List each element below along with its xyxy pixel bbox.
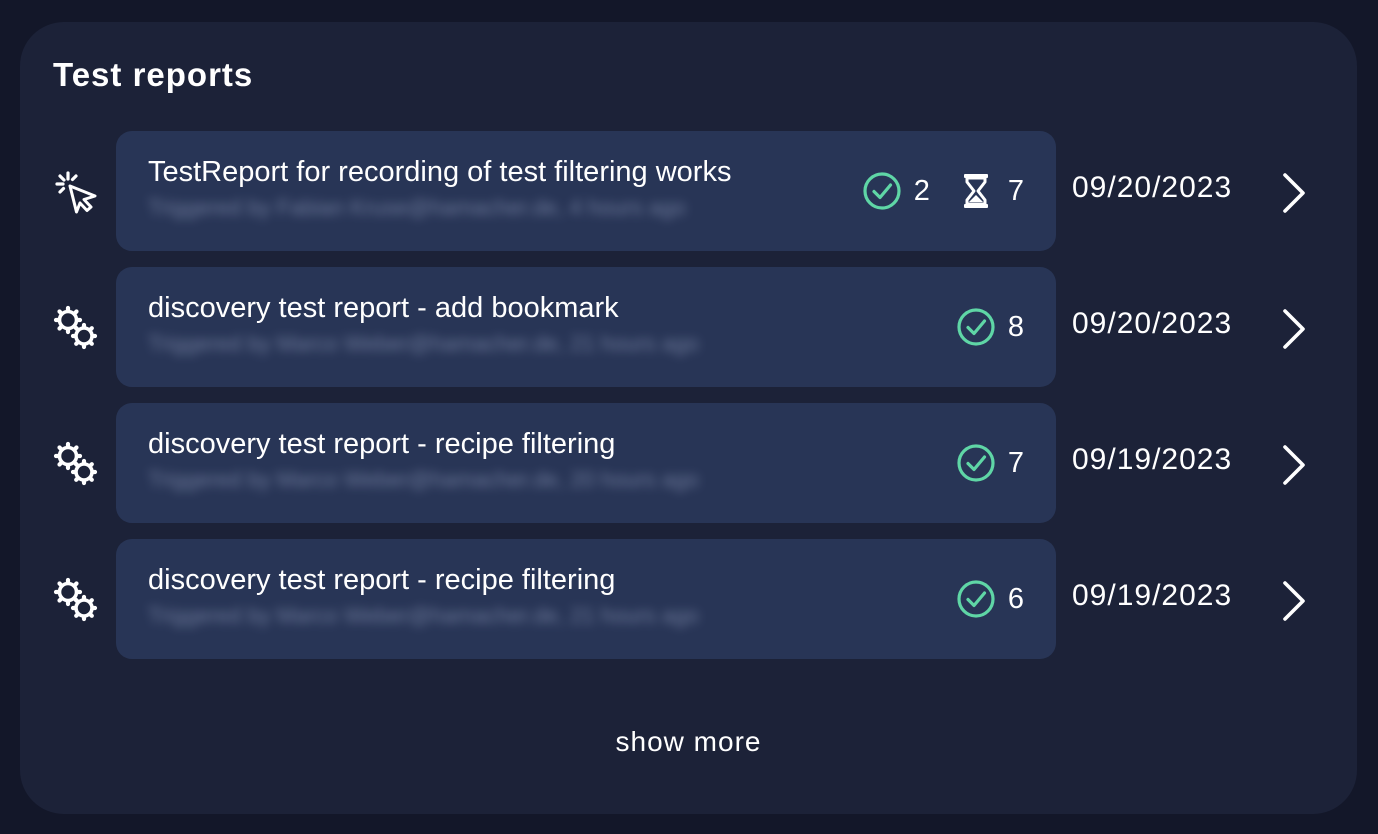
check-circle-icon (957, 444, 995, 482)
report-card[interactable]: discovery test report - recipe filtering… (116, 403, 1056, 523)
recording-cursor-icon (55, 171, 97, 214)
report-title: discovery test report - recipe filtering (148, 428, 616, 460)
panel-title: Test reports (53, 56, 254, 93)
check-circle-icon (957, 308, 995, 346)
show-more-button[interactable]: show more (616, 726, 762, 757)
chevron-right-icon[interactable] (1276, 579, 1312, 623)
report-row: discovery test report - add bookmark Tri… (20, 267, 1357, 387)
report-row: discovery test report - recipe filtering… (20, 403, 1357, 523)
passed-count: 8 (1007, 310, 1024, 343)
report-card[interactable]: TestReport for recording of test filteri… (116, 131, 1056, 251)
report-card[interactable]: discovery test report - recipe filtering… (116, 539, 1056, 659)
report-card[interactable]: discovery test report - add bookmark Tri… (116, 267, 1056, 387)
gears-icon (53, 577, 98, 622)
chevron-right-icon[interactable] (1276, 443, 1312, 487)
gears-icon (53, 305, 98, 350)
pending-count: 7 (1007, 174, 1024, 207)
report-date: 09/20/2023 (1072, 171, 1233, 204)
passed-stat: 7 (956, 443, 1024, 483)
passed-count: 6 (1007, 582, 1024, 615)
report-stats: 7 (956, 441, 1024, 485)
passed-count: 2 (913, 174, 930, 207)
passed-stat: 2 (862, 171, 930, 211)
report-subtitle: Triggered by Marco Weber@hamacher.de, 20… (148, 467, 699, 492)
report-subtitle: Triggered by Marco Weber@hamacher.de, 21… (148, 331, 699, 356)
passed-stat: 6 (956, 579, 1024, 619)
report-title: TestReport for recording of test filteri… (148, 156, 732, 188)
report-date: 09/19/2023 (1072, 579, 1233, 612)
pending-stat: 7 (956, 171, 1024, 211)
report-date: 09/20/2023 (1072, 307, 1233, 340)
report-subtitle: Triggered by Marco Weber@hamacher.de, 21… (148, 603, 699, 628)
report-title: discovery test report - add bookmark (148, 292, 619, 324)
report-title: discovery test report - recipe filtering (148, 564, 616, 596)
check-circle-icon (957, 580, 995, 618)
hourglass-icon (963, 174, 988, 208)
show-more-container: show more (20, 726, 1357, 758)
check-circle-icon (863, 172, 901, 210)
gears-icon (53, 441, 98, 486)
report-row: TestReport for recording of test filteri… (20, 131, 1357, 251)
report-row: discovery test report - recipe filtering… (20, 539, 1357, 659)
report-stats: 6 (956, 577, 1024, 621)
chevron-right-icon[interactable] (1276, 307, 1312, 351)
chevron-right-icon[interactable] (1276, 171, 1312, 215)
passed-count: 7 (1007, 446, 1024, 479)
passed-stat: 8 (956, 307, 1024, 347)
test-reports-panel: Test reports TestReport for recording of… (20, 22, 1357, 814)
report-stats: 2 7 (862, 169, 1024, 213)
report-subtitle: Triggered by Fabian Kruse@hamacher.de, 4… (148, 195, 686, 220)
report-stats: 8 (956, 305, 1024, 349)
report-date: 09/19/2023 (1072, 443, 1233, 476)
